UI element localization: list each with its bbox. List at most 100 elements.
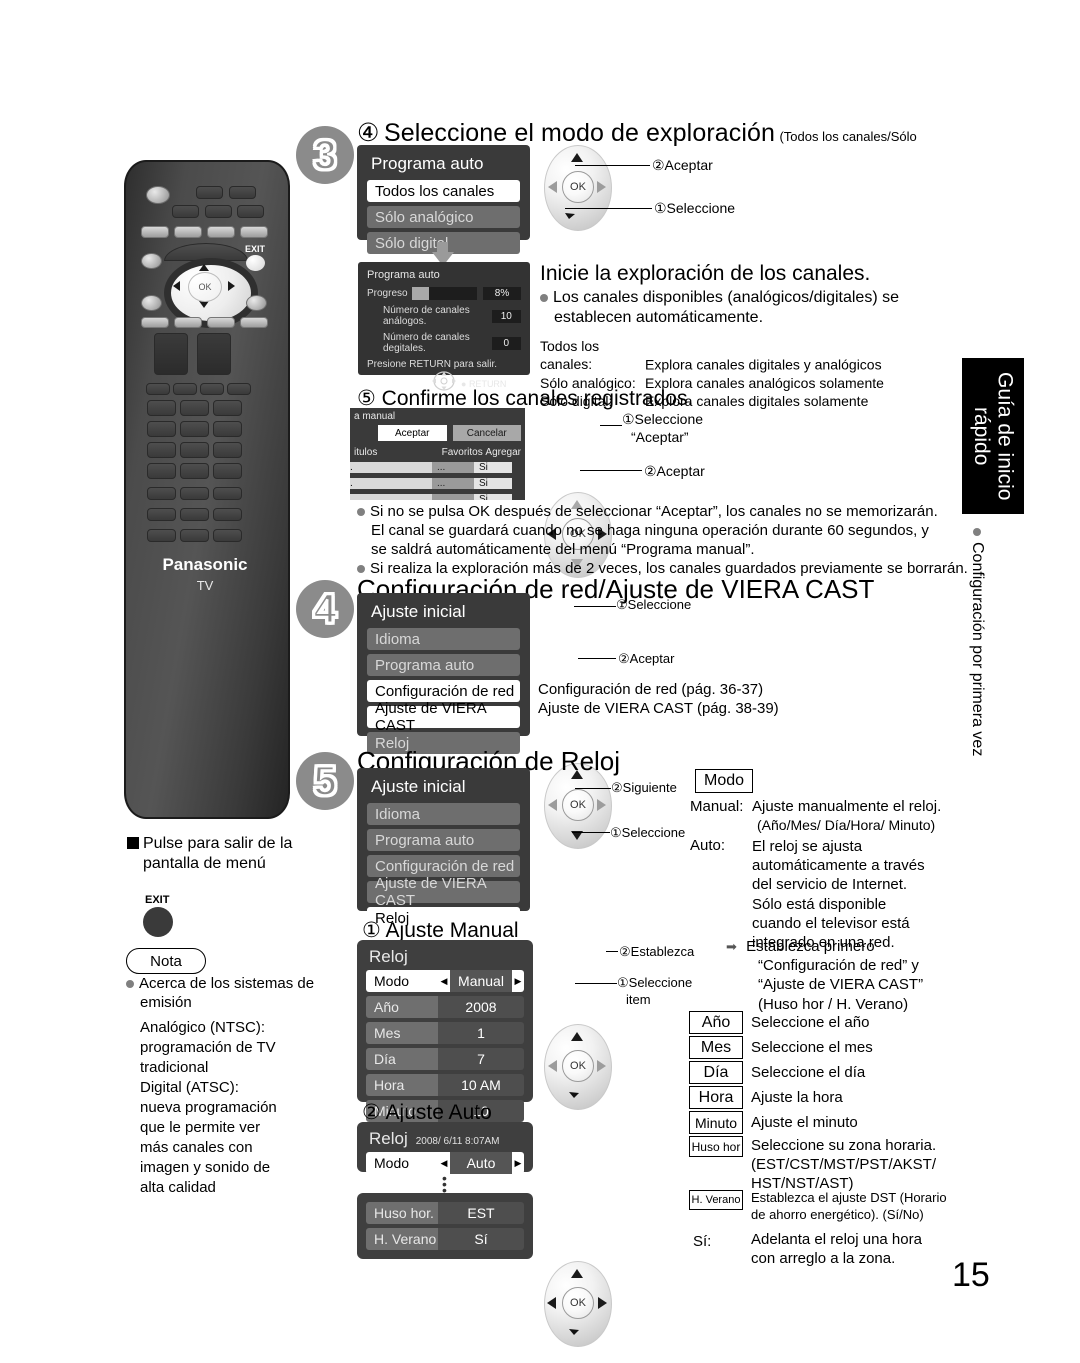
- remote-tv-label: TV: [196, 578, 214, 593]
- osd-item-solo-analogico[interactable]: Sólo analógico: [367, 206, 520, 228]
- callout-leader-line: [575, 165, 650, 166]
- remote-number-button: [147, 442, 176, 458]
- dpad-ok-button[interactable]: OK: [562, 171, 594, 203]
- remote-number-button: [147, 421, 176, 437]
- exit-key-label: EXIT: [145, 894, 170, 906]
- remote-dpad-up-icon: [199, 264, 209, 271]
- digital-count-value: 0: [491, 336, 521, 350]
- accept-button[interactable]: Aceptar: [378, 425, 447, 441]
- dpad-right-icon: [597, 799, 606, 811]
- remote-button: [180, 529, 209, 542]
- cell-add: Si: [474, 478, 512, 489]
- reloj-row-ano[interactable]: Año 2008: [366, 996, 524, 1018]
- remote-exit-label: EXIT: [245, 244, 266, 254]
- remote-color-button: [240, 226, 268, 238]
- reloj-row-huso-hor[interactable]: Huso hor. EST: [366, 1202, 524, 1224]
- table-title: a manual: [354, 411, 396, 422]
- callout-leader-line: [578, 658, 616, 659]
- step-3-badge: 3: [296, 126, 354, 184]
- callout-leader-line: [574, 606, 616, 607]
- osd-item-label: Idioma: [375, 630, 421, 648]
- auto-line: El reloj se ajusta: [752, 838, 863, 855]
- row-label: Día: [366, 1048, 438, 1070]
- mode-manual-desc2: (Año/Mes/ Día/Hora/ Minuto): [757, 817, 936, 833]
- row-label: Año: [366, 996, 438, 1018]
- callout-line: item: [626, 991, 651, 1007]
- dpad-down-curved-arrow-icon: [569, 1329, 579, 1335]
- row-value: 10 AM: [438, 1074, 524, 1096]
- key-desc-huso-hor: Seleccione su zona horaria. (EST/CST/MST…: [751, 1136, 976, 1194]
- reloj-row-modo[interactable]: Modo ◀ Manual ▶: [366, 970, 524, 992]
- reloj-row-dia[interactable]: Día 7: [366, 1048, 524, 1070]
- callout-leader-line: [600, 425, 622, 426]
- remote-color-button: [174, 226, 202, 238]
- osd-item-todos-los-canales[interactable]: Todos los canales: [367, 180, 520, 202]
- right-arrow-icon[interactable]: ▶: [512, 1152, 524, 1174]
- key-desc-h-verano: Establezca el ajuste DST (Horario de aho…: [751, 1190, 981, 1223]
- step-5-badge: 5: [296, 752, 354, 810]
- osd-item-configuracion-de-red[interactable]: Configuración de red: [367, 680, 520, 702]
- dpad-ok-button[interactable]: OK: [562, 789, 594, 821]
- osd-item-ajuste-de-viera-cast[interactable]: Ajuste de VIERA CAST: [367, 875, 520, 909]
- remote-exit-button: [246, 255, 265, 271]
- right-arrow-icon[interactable]: ▶: [512, 970, 524, 992]
- bullet-icon: [973, 528, 981, 536]
- osd-item-idioma[interactable]: Idioma: [367, 803, 520, 825]
- remote-color-button: [240, 317, 268, 328]
- key-box-hora: Hora: [689, 1086, 743, 1109]
- reloj-row-hora[interactable]: Hora 10 AM: [366, 1074, 524, 1096]
- remote-button: [146, 383, 170, 395]
- osd-item-programa-auto[interactable]: Programa auto: [367, 654, 520, 676]
- callout-line: ①Seleccione: [622, 411, 704, 427]
- dpad-right-icon: [597, 1060, 606, 1072]
- dpad-step-5: OK: [544, 1024, 612, 1110]
- exit-instruction-text: Pulse para salir de la pantalla de menú: [143, 835, 293, 873]
- ajuste-inicial-osd-step5: Ajuste inicial Idioma Programa auto Conf…: [357, 768, 530, 929]
- note-line: tradicional: [140, 1058, 209, 1076]
- dpad-ok-button[interactable]: OK: [562, 1050, 594, 1082]
- cell-fav: ...: [432, 478, 474, 489]
- remote-button: [213, 487, 242, 500]
- cell-add: Si: [474, 462, 512, 473]
- osd-item-label: Ajuste de VIERA CAST: [375, 875, 486, 909]
- dpad-down-curved-arrow-icon: [569, 1092, 579, 1098]
- row-value: 1: [438, 1022, 524, 1044]
- remote-number-button: [213, 400, 242, 416]
- ajuste-inicial-osd-step4: Ajuste inicial Idioma Programa auto Conf…: [357, 593, 530, 754]
- osd-item-ajuste-de-viera-cast[interactable]: Ajuste de VIERA CAST: [367, 700, 520, 734]
- progress-row: Número de canales análogos. 10: [367, 305, 521, 327]
- callout-leader-line: [575, 983, 617, 984]
- remote-dpad-down-icon: [199, 301, 209, 308]
- mode-manual-label: Manual:: [690, 798, 744, 815]
- reloj-row-mes[interactable]: Mes 1: [366, 1022, 524, 1044]
- reloj-manual-osd: Reloj Modo ◀ Manual ▶ Año 2008 Mes 1 Día…: [357, 940, 533, 1122]
- dpad-ok-button[interactable]: OK: [562, 1287, 594, 1319]
- progress-osd-title: Programa auto: [367, 269, 440, 281]
- note-line: nueva programación: [140, 1098, 277, 1116]
- mode-manual-desc: Ajuste manualmente el reloj.: [752, 798, 942, 815]
- auto-line: automáticamente a través: [752, 857, 925, 875]
- osd-item-programa-auto[interactable]: Programa auto: [367, 829, 520, 851]
- bullet-icon: [357, 508, 365, 517]
- step-3-note-1-cont: El canal se guardará cuando no se haga n…: [371, 521, 971, 559]
- callout-leader-line: [565, 208, 652, 209]
- remote-side-button: [141, 295, 162, 311]
- cancel-button[interactable]: Cancelar: [452, 425, 521, 441]
- osd-item-idioma[interactable]: Idioma: [367, 628, 520, 650]
- remote-number-button: [213, 463, 242, 479]
- analog-count-label: Número de canales análogos.: [383, 305, 470, 327]
- dpad-left-icon: [547, 1297, 556, 1309]
- osd-item-configuracion-de-red[interactable]: Configuración de red: [367, 855, 520, 877]
- reloj-row-h-verano[interactable]: H. Verano Sí: [366, 1228, 524, 1250]
- note-body: Analógico (NTSC): programación de TV tra…: [140, 1018, 310, 1197]
- confirm-heading-text: Confirme los canales registrados.: [381, 387, 694, 410]
- progress-row: Progreso 8%: [367, 287, 521, 300]
- arrow-note-line: Establezca primero: [746, 938, 875, 955]
- remote-number-button: [147, 463, 176, 479]
- progress-row: Número de canales degitales. 0: [367, 332, 521, 354]
- cell-name: .: [350, 462, 432, 473]
- dpad-up-icon: [571, 153, 583, 162]
- left-arrow-icon[interactable]: ◀: [438, 970, 450, 992]
- key-box-dia: Día: [689, 1061, 743, 1084]
- key-desc-dia: Seleccione el día: [751, 1064, 866, 1081]
